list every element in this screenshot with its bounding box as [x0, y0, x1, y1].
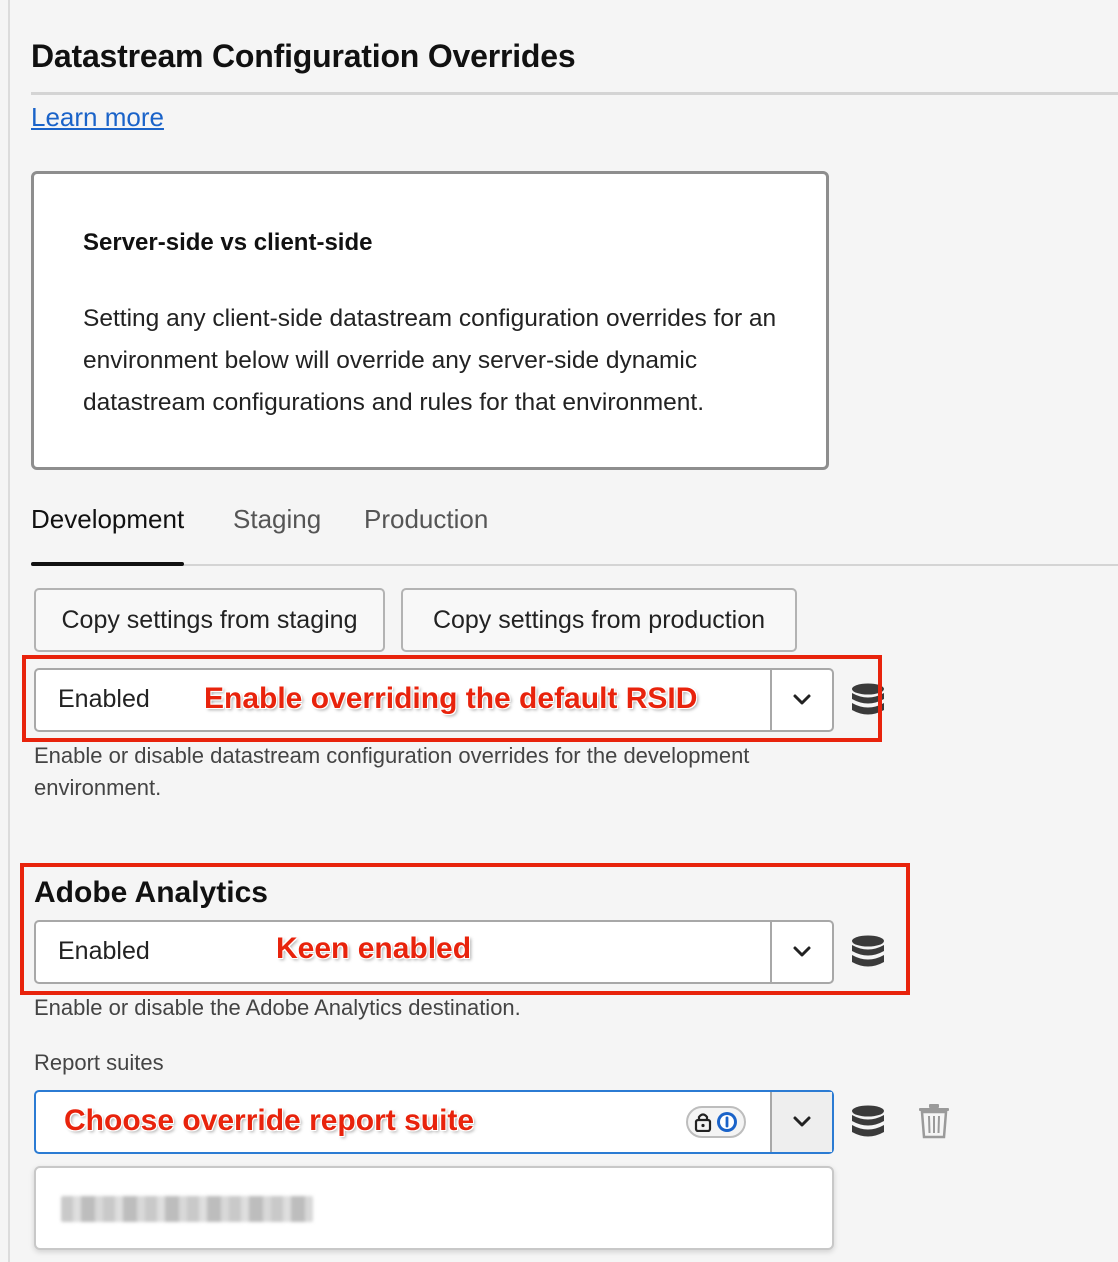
overrides-help-text: Enable or disable datastream configurati… — [34, 743, 750, 800]
environment-tabs: Development Staging Production — [31, 496, 1118, 568]
annotation-box-overrides — [22, 655, 882, 742]
annotation-box-analytics — [20, 863, 910, 995]
learn-more-link[interactable]: Learn more — [31, 102, 164, 133]
title-divider — [31, 92, 1118, 95]
report-suite-option-redacted[interactable] — [61, 1196, 313, 1222]
annotation-choose-report-suite: Choose override report suite — [64, 1104, 475, 1137]
password-manager-icon — [717, 1112, 737, 1132]
copy-from-staging-button[interactable]: Copy settings from staging — [34, 588, 385, 652]
tab-staging[interactable]: Staging — [233, 504, 321, 535]
page-title: Datastream Configuration Overrides — [31, 38, 576, 74]
report-suites-label: Report suites — [34, 1050, 164, 1075]
tab-development[interactable]: Development — [31, 504, 184, 535]
left-border — [8, 0, 10, 1262]
password-manager-badge[interactable] — [686, 1106, 746, 1138]
tab-production[interactable]: Production — [364, 504, 488, 535]
chevron-down-icon — [793, 1116, 811, 1127]
active-tab-indicator — [31, 562, 184, 566]
report-suite-dropdown-menu — [34, 1166, 834, 1250]
analytics-help-text: Enable or disable the Adobe Analytics de… — [34, 995, 521, 1020]
info-heading: Server-side vs client-side — [83, 229, 373, 256]
database-icon[interactable] — [850, 1104, 886, 1140]
lock-icon — [694, 1113, 712, 1132]
info-body: Setting any client-side datastream confi… — [83, 305, 777, 416]
trash-icon[interactable] — [918, 1103, 950, 1139]
report-suite-dropdown-button[interactable] — [770, 1092, 832, 1152]
tabs-divider — [31, 564, 1118, 566]
copy-from-production-button[interactable]: Copy settings from production — [401, 588, 797, 652]
info-box: Server-side vs client-side Setting any c… — [31, 171, 829, 470]
